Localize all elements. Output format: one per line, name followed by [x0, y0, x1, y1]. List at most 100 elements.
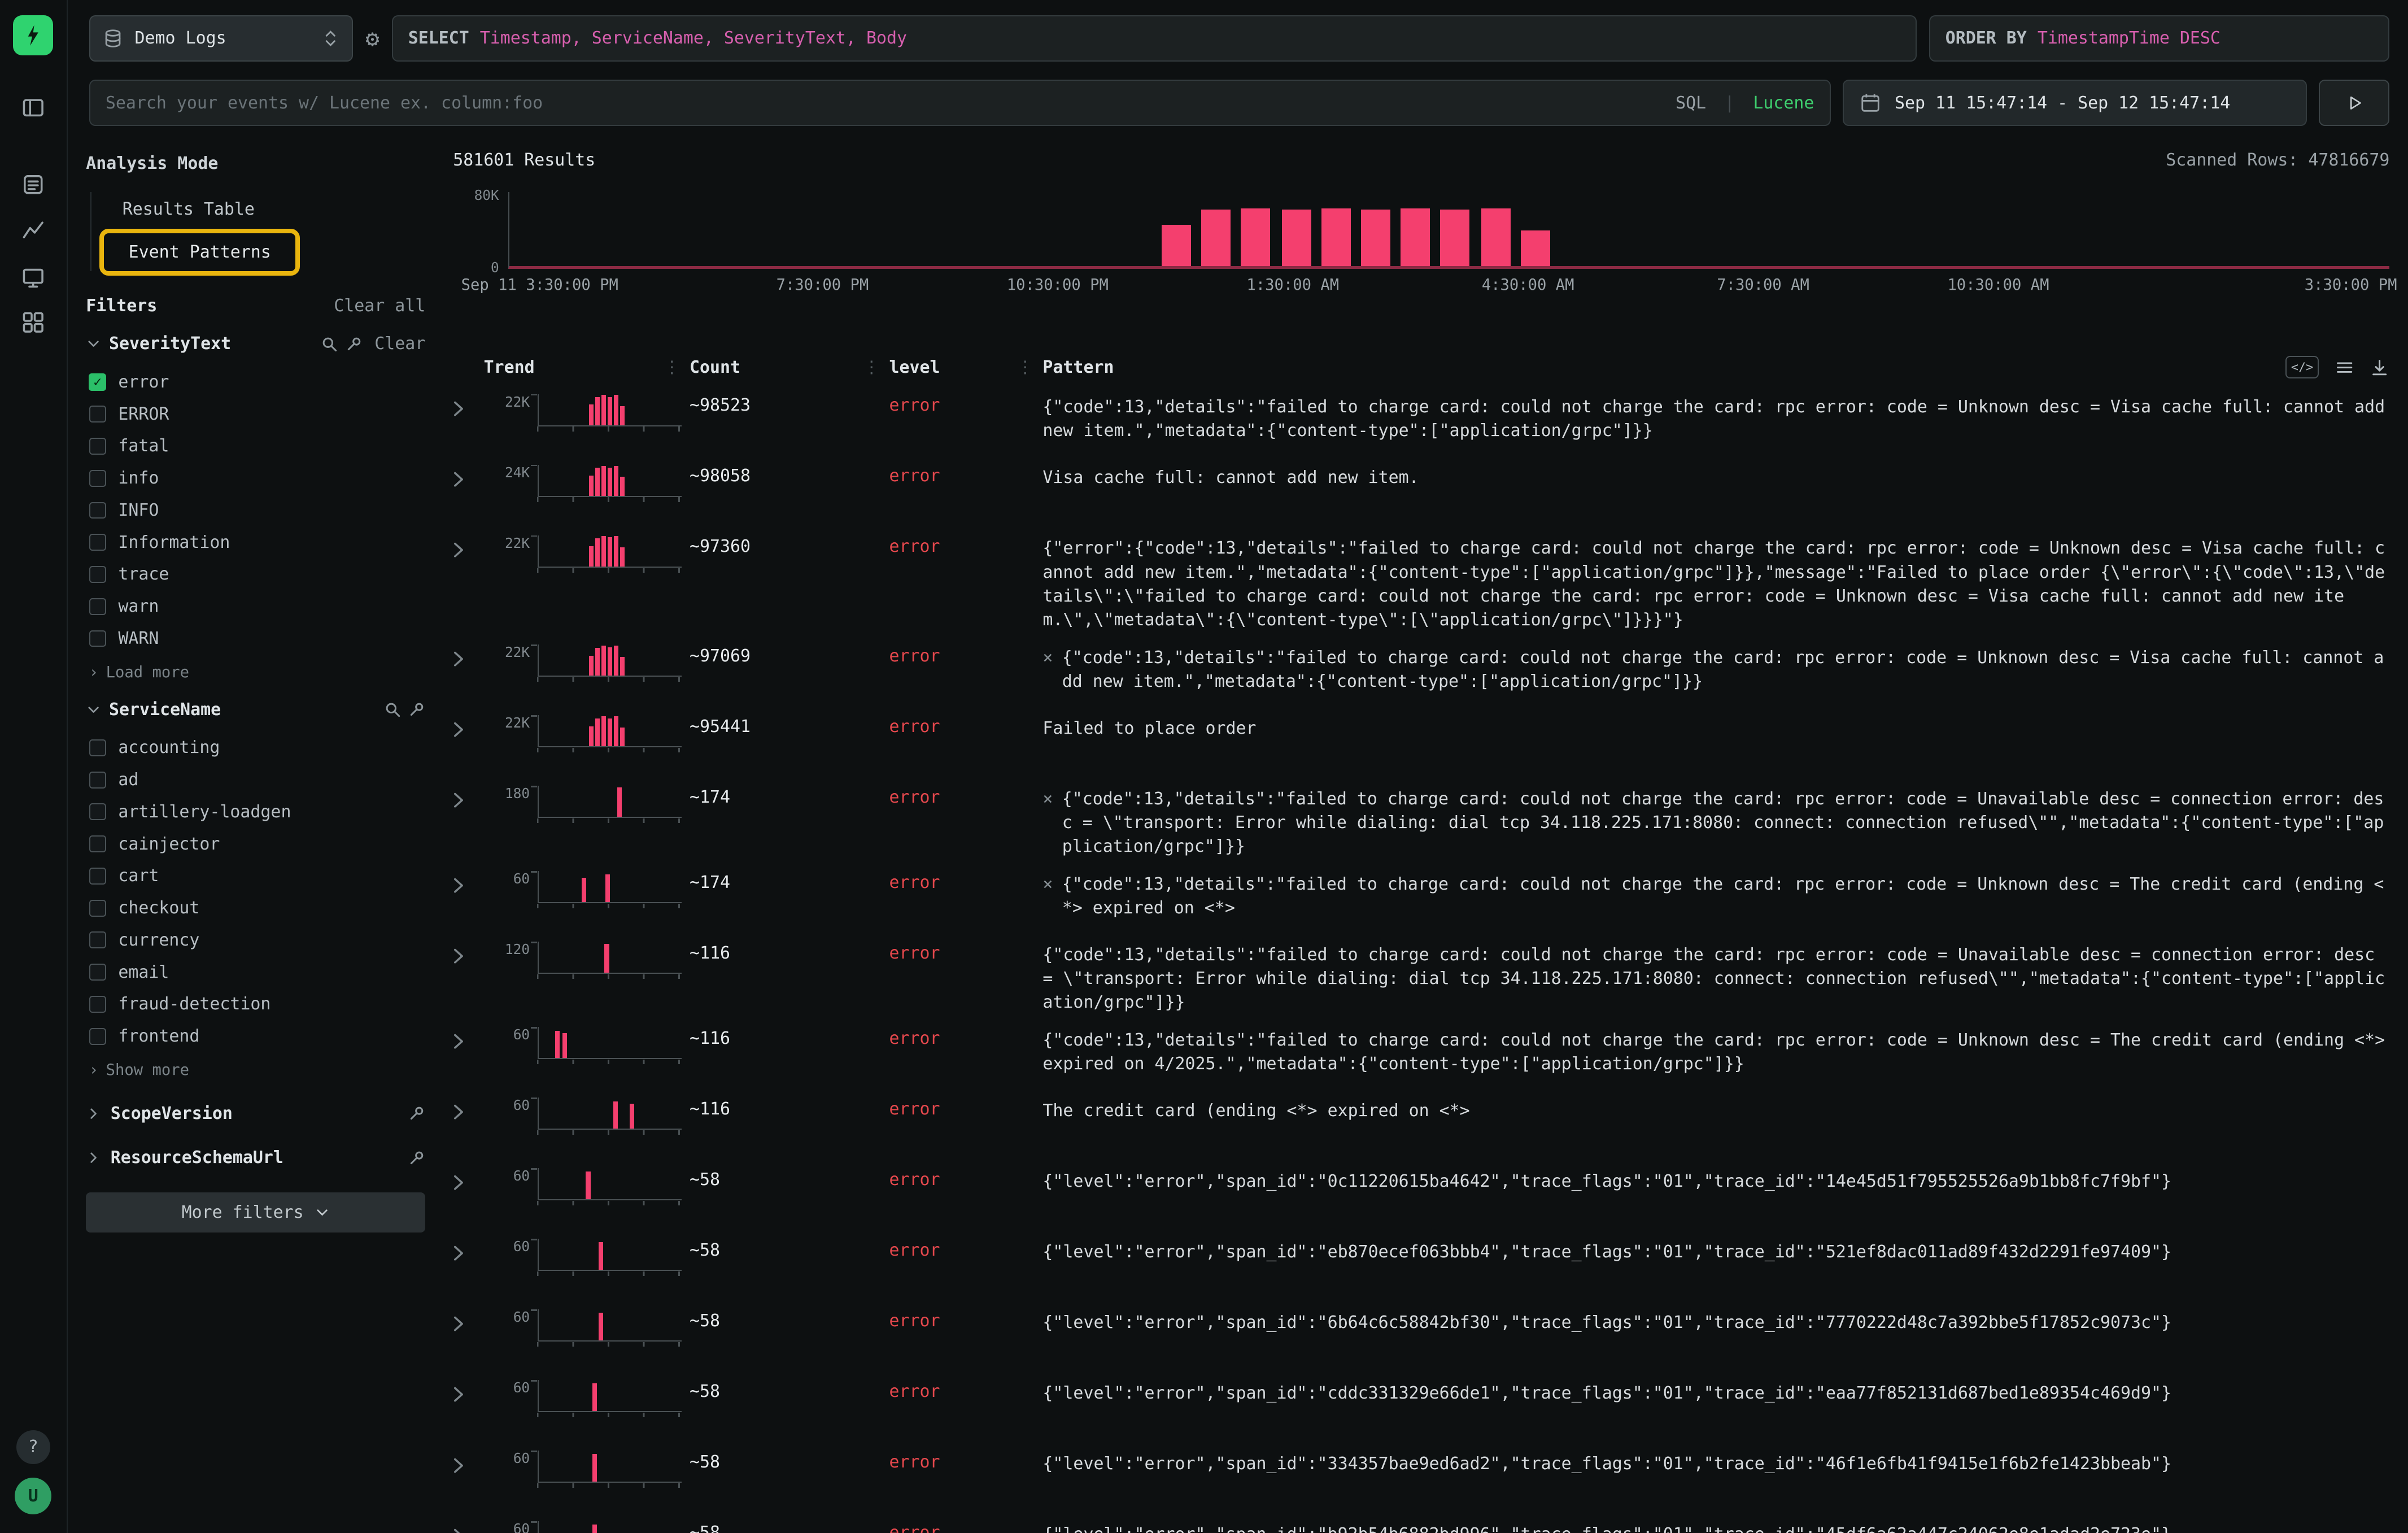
- checkbox[interactable]: ✓: [89, 931, 106, 948]
- expand-chevron-icon[interactable]: [450, 535, 484, 560]
- expand-chevron-icon[interactable]: [450, 1168, 484, 1193]
- checkbox[interactable]: ✓: [89, 772, 106, 789]
- results-histogram[interactable]: 80K 0 Sep 11 3:30:00 PM7:30:00 PM10:30:0…: [450, 192, 2390, 298]
- expand-chevron-icon[interactable]: [450, 1521, 484, 1533]
- pin-icon[interactable]: [408, 1105, 425, 1122]
- app-logo-icon[interactable]: [13, 15, 53, 55]
- mode-event-patterns[interactable]: Event Patterns: [104, 233, 295, 272]
- pattern-row[interactable]: 60 ~116 error × {"code":13,"details":"fa…: [450, 1018, 2390, 1088]
- more-filters-button[interactable]: More filters: [86, 1192, 425, 1233]
- pattern-row[interactable]: 24K ~98058 error × Visa cache full: cann…: [450, 455, 2390, 526]
- expand-chevron-icon[interactable]: [450, 715, 484, 740]
- expand-chevron-icon[interactable]: [450, 786, 484, 811]
- expand-chevron-icon[interactable]: [450, 394, 484, 419]
- filter-checkbox-item[interactable]: ✓ artillery-loadgen: [86, 796, 425, 828]
- collapse-sidebar-icon[interactable]: [12, 86, 55, 129]
- select-query-input[interactable]: SELECT Timestamp, ServiceName, SeverityT…: [392, 15, 1917, 62]
- filter-checkbox-item[interactable]: ✓ trace: [86, 559, 425, 591]
- filter-checkbox-item[interactable]: ✓ ad: [86, 764, 425, 796]
- column-header-trend[interactable]: Trend⋮: [484, 358, 690, 377]
- filter-checkbox-item[interactable]: ✓ frontend: [86, 1020, 425, 1052]
- search-input[interactable]: [106, 93, 1665, 113]
- exclude-x-icon[interactable]: ×: [1042, 787, 1053, 859]
- checkbox[interactable]: ✓: [89, 964, 106, 981]
- download-icon[interactable]: [2370, 358, 2389, 377]
- column-header-level[interactable]: level⋮: [889, 358, 1042, 377]
- pattern-row[interactable]: 120 ~116 error × {"code":13,"details":"f…: [450, 933, 2390, 1018]
- checkbox[interactable]: ✓: [89, 1028, 106, 1045]
- facet-clear-link[interactable]: Clear: [374, 334, 425, 354]
- checkbox[interactable]: ✓: [89, 996, 106, 1013]
- column-header-count[interactable]: Count⋮: [690, 358, 889, 377]
- filter-checkbox-item[interactable]: ✓ error: [86, 366, 425, 398]
- filter-checkbox-item[interactable]: ✓ WARN: [86, 622, 425, 655]
- pattern-row[interactable]: 60 ~116 error × The credit card (ending …: [450, 1088, 2390, 1159]
- pattern-row[interactable]: 22K ~97360 error × {"error":{"code":13,"…: [450, 526, 2390, 635]
- expand-chevron-icon[interactable]: [450, 1309, 484, 1334]
- order-by-input[interactable]: ORDER BY TimestampTime DESC: [1929, 15, 2390, 62]
- mode-lucene-toggle[interactable]: Lucene: [1753, 93, 1814, 113]
- pattern-row[interactable]: 22K ~95441 error × Failed to place order: [450, 706, 2390, 777]
- checkbox[interactable]: ✓: [89, 739, 106, 756]
- exclude-x-icon[interactable]: ×: [1042, 873, 1053, 920]
- mode-sql-toggle[interactable]: SQL: [1676, 93, 1706, 113]
- chevron-down-icon[interactable]: [86, 336, 101, 351]
- view-code-icon[interactable]: </>: [2285, 356, 2319, 378]
- pin-icon[interactable]: [408, 701, 425, 718]
- chart-explorer-icon[interactable]: [12, 209, 55, 252]
- checkbox[interactable]: ✓: [89, 803, 106, 820]
- filter-checkbox-item[interactable]: ✓ email: [86, 956, 425, 988]
- expand-chevron-icon[interactable]: [450, 465, 484, 490]
- exclude-x-icon[interactable]: ×: [1042, 646, 1053, 694]
- search-logs-icon[interactable]: [12, 163, 55, 206]
- histogram-plot[interactable]: [508, 192, 2389, 269]
- filter-checkbox-item[interactable]: ✓ Information: [86, 526, 425, 559]
- expand-chevron-icon[interactable]: [450, 1027, 484, 1052]
- filter-checkbox-item[interactable]: ✓ warn: [86, 590, 425, 622]
- checkbox[interactable]: ✓: [89, 470, 106, 487]
- sessions-monitor-icon[interactable]: [12, 255, 55, 298]
- pattern-row[interactable]: 60 ~58 error × {"level":"error","span_id…: [450, 1512, 2390, 1533]
- facet-collapsed[interactable]: ScopeVersion: [86, 1104, 425, 1123]
- pattern-row[interactable]: 180 ~174 error × {"code":13,"details":"f…: [450, 777, 2390, 862]
- expand-chevron-icon[interactable]: [450, 1098, 484, 1122]
- filter-checkbox-item[interactable]: ✓ ERROR: [86, 398, 425, 430]
- checkbox[interactable]: ✓: [89, 566, 106, 583]
- filter-checkbox-item[interactable]: ✓ cainjector: [86, 828, 425, 860]
- filter-checkbox-item[interactable]: ✓ cart: [86, 860, 425, 892]
- filter-checkbox-item[interactable]: ✓ checkout: [86, 892, 425, 924]
- column-resize-handle[interactable]: ⋮: [664, 358, 680, 377]
- run-query-button[interactable]: [2319, 80, 2389, 126]
- search-box[interactable]: SQL | Lucene: [89, 80, 1831, 126]
- checkbox[interactable]: ✓: [89, 835, 106, 852]
- column-header-pattern[interactable]: Pattern: [1042, 358, 2267, 377]
- pattern-row[interactable]: 60 ~58 error × {"level":"error","span_id…: [450, 1300, 2390, 1371]
- search-icon[interactable]: [384, 701, 401, 718]
- column-resize-handle[interactable]: ⋮: [863, 358, 880, 377]
- filter-checkbox-item[interactable]: ✓ accounting: [86, 732, 425, 764]
- pattern-row[interactable]: 60 ~58 error × {"level":"error","span_id…: [450, 1230, 2390, 1300]
- filter-checkbox-item[interactable]: ✓ INFO: [86, 494, 425, 526]
- clear-all-link[interactable]: Clear all: [334, 296, 425, 316]
- checkbox[interactable]: ✓: [89, 438, 106, 455]
- show-more-link[interactable]: › Show more: [89, 1061, 426, 1079]
- mode-results-table[interactable]: Results Table: [104, 192, 273, 227]
- facet-name[interactable]: SeverityText: [109, 334, 231, 354]
- expand-chevron-icon[interactable]: [450, 644, 484, 669]
- filter-checkbox-item[interactable]: ✓ info: [86, 462, 425, 494]
- source-settings-gear-icon[interactable]: ⚙: [365, 27, 379, 50]
- load-more-link[interactable]: › Load more: [89, 664, 426, 681]
- chevron-down-icon[interactable]: [86, 702, 101, 717]
- checkbox[interactable]: ✓: [89, 900, 106, 917]
- pattern-row[interactable]: 60 ~58 error × {"level":"error","span_id…: [450, 1159, 2390, 1230]
- source-select[interactable]: Demo Logs: [89, 15, 354, 62]
- pattern-row[interactable]: 22K ~97069 error × {"code":13,"details":…: [450, 635, 2390, 705]
- checkbox[interactable]: ✓: [89, 406, 106, 423]
- pattern-row[interactable]: 22K ~98523 error × {"code":13,"details":…: [450, 385, 2390, 455]
- facet-name[interactable]: ServiceName: [109, 700, 221, 720]
- filter-checkbox-item[interactable]: ✓ fatal: [86, 430, 425, 463]
- expand-chevron-icon[interactable]: [450, 1380, 484, 1405]
- filter-checkbox-item[interactable]: ✓ fraud-detection: [86, 988, 425, 1021]
- checkbox[interactable]: ✓: [89, 868, 106, 885]
- user-avatar[interactable]: U: [15, 1478, 51, 1514]
